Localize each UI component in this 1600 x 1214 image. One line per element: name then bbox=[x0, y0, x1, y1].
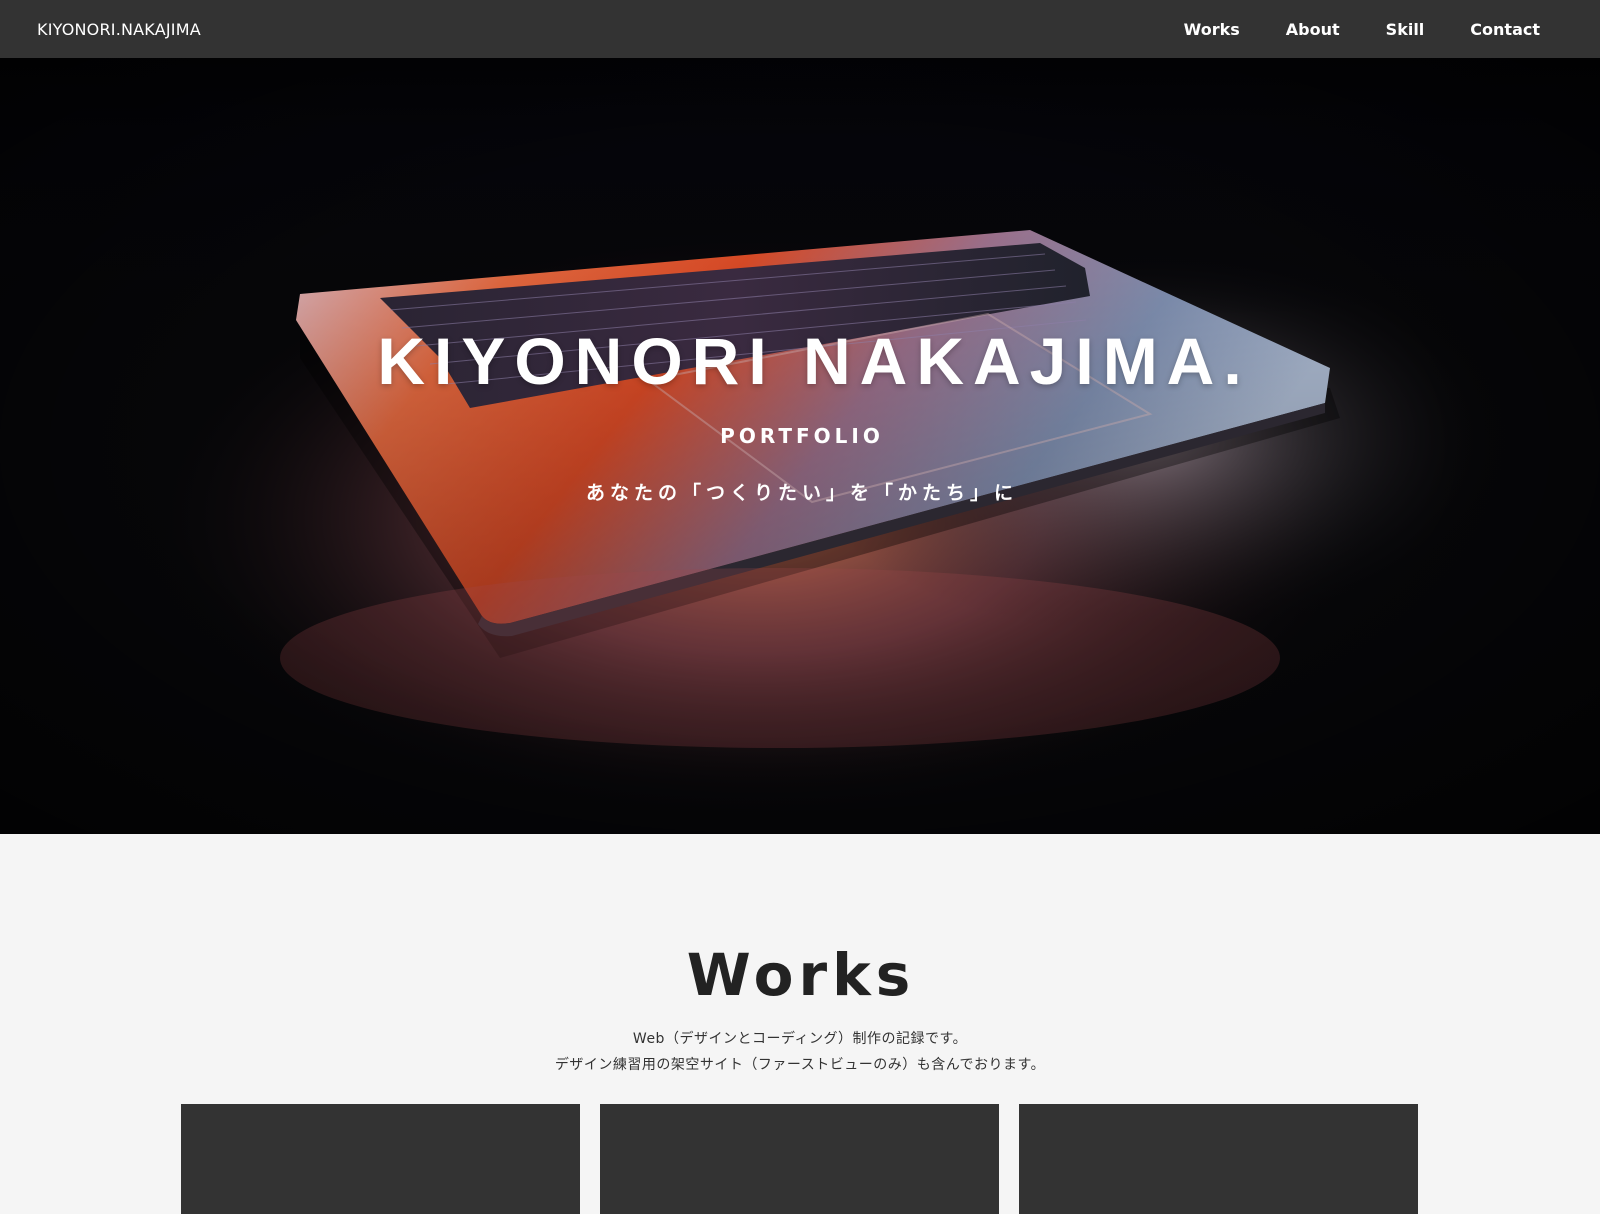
works-title: Works bbox=[686, 941, 916, 1009]
nav-link-works[interactable]: Works bbox=[1184, 20, 1240, 39]
main-nav: Works About Skill Contact bbox=[1138, 20, 1540, 39]
hero-section: KIYONORI NAKAJIMA. PORTFOLIO あなたの「つくりたい」… bbox=[0, 58, 1600, 834]
hero-tagline: あなたの「つくりたい」を「かたち」に bbox=[585, 482, 1018, 504]
works-description-line-2: デザイン練習用の架空サイト（ファーストビューのみ）も含んでおります。 bbox=[554, 1057, 1046, 1073]
works-card-grid bbox=[181, 1104, 1419, 1214]
site-header: KIYONORI.NAKAJIMA Works About Skill Cont… bbox=[0, 0, 1600, 58]
hero-title: KIYONORI NAKAJIMA. bbox=[377, 324, 1251, 398]
hero-text: KIYONORI NAKAJIMA. PORTFOLIO あなたの「つくりたい」… bbox=[0, 58, 1600, 834]
work-card[interactable] bbox=[181, 1104, 580, 1214]
works-description: Web（デザインとコーディング）制作の記録です。 デザイン練習用の架空サイト（フ… bbox=[0, 1026, 1600, 1078]
hero-subtitle: PORTFOLIO bbox=[720, 424, 884, 448]
nav-link-skill[interactable]: Skill bbox=[1386, 20, 1425, 39]
work-card[interactable] bbox=[600, 1104, 999, 1214]
nav-link-contact[interactable]: Contact bbox=[1470, 20, 1540, 39]
works-section: Works Web（デザインとコーディング）制作の記録です。 デザイン練習用の架… bbox=[0, 834, 1600, 1214]
site-logo[interactable]: KIYONORI.NAKAJIMA bbox=[37, 20, 201, 39]
work-card[interactable] bbox=[1019, 1104, 1418, 1214]
nav-link-about[interactable]: About bbox=[1286, 20, 1340, 39]
works-description-line-1: Web（デザインとコーディング）制作の記録です。 bbox=[632, 1031, 968, 1047]
